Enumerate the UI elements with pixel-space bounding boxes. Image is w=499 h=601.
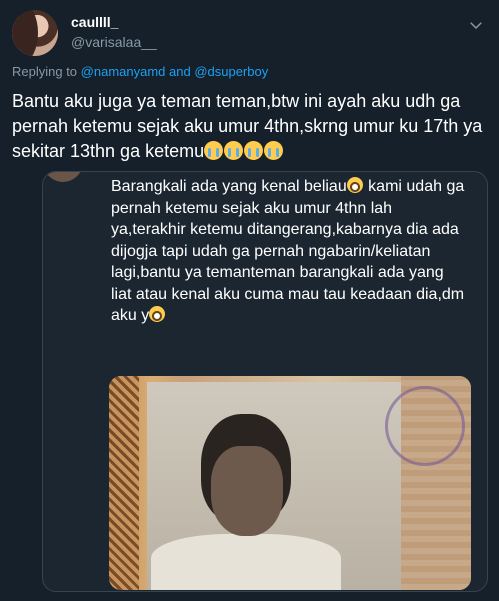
media-caption: Barangkali ada yang kenal beliau kami ud… <box>111 176 467 327</box>
pleading-face-emoji <box>346 177 363 193</box>
display-name[interactable]: caullll_ <box>71 14 118 30</box>
media-caption-part1: Barangkali ada yang kenal beliau <box>111 178 347 195</box>
loudly-crying-face-emoji <box>204 141 224 160</box>
pleading-face-emoji <box>149 306 166 322</box>
media-caption-part2: kami udah ga pernah ketemu sejak aku umu… <box>111 178 465 324</box>
chevron-down-icon[interactable] <box>467 16 485 34</box>
photo-border-pattern <box>109 376 139 590</box>
reply-mentions[interactable]: @namanyamd and @dsuperboy <box>81 64 269 79</box>
photo-shirt <box>151 534 341 590</box>
tweet-text: Bantu aku juga ya teman teman,btw ini ay… <box>12 89 492 164</box>
loudly-crying-face-emoji <box>264 141 284 160</box>
reply-context: Replying to @namanyamd and @dsuperboy <box>12 64 268 79</box>
tweet-header: caullll_ @varisalaa__ <box>12 6 487 56</box>
user-handle[interactable]: @varisalaa__ <box>71 34 157 50</box>
loudly-crying-face-emoji <box>224 141 244 160</box>
avatar[interactable] <box>12 10 58 56</box>
photo-face <box>211 446 283 536</box>
reply-prefix: Replying to <box>12 64 78 79</box>
portrait-photo[interactable] <box>109 376 471 590</box>
loudly-crying-face-emoji <box>244 141 264 160</box>
media-card[interactable]: Barangkali ada yang kenal beliau kami ud… <box>42 171 488 592</box>
stamp-icon <box>385 386 465 466</box>
media-thumbnail-edge <box>43 172 83 182</box>
